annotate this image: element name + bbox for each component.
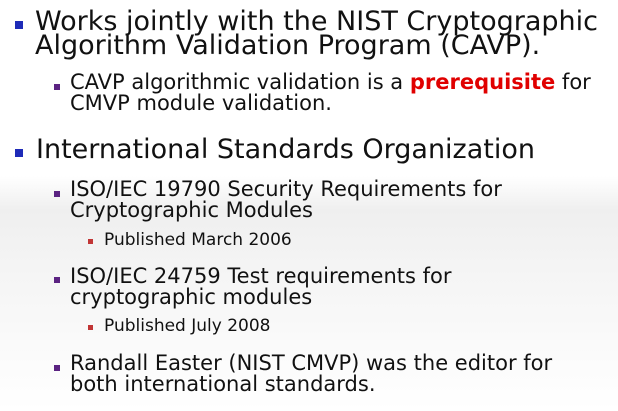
- bullet-square-icon: [54, 277, 60, 283]
- bullet-text-line: Cryptographic Modules: [70, 198, 313, 222]
- bullet-text: International Standards Organization: [36, 134, 535, 165]
- bullet-item-randall-easter: Randall Easter (NIST CMVP) was the edito…: [70, 353, 552, 395]
- bullet-square-icon: [88, 325, 93, 330]
- bullet-text-line: Algorithm Validation Program (CAVP).: [35, 30, 541, 61]
- bullet-item-iso: International Standards Organization: [36, 136, 535, 163]
- bullet-square-icon: [88, 239, 93, 244]
- bullet-item-published-2008: Published July 2008: [104, 317, 271, 335]
- bullet-text-line: cryptographic modules: [70, 285, 313, 309]
- bullet-item-published-2006: Published March 2006: [104, 231, 292, 249]
- bullet-text-line: CMVP module validation.: [70, 91, 332, 115]
- bullet-item-iso-24759: ISO/IEC 24759 Test requirements for cryp…: [70, 266, 452, 308]
- bullet-square-icon: [54, 191, 60, 197]
- bullet-text: for: [555, 70, 591, 94]
- bullet-text: Published March 2006: [104, 230, 292, 250]
- bullet-item-cavp-prerequisite: CAVP algorithmic validation is a prerequ…: [70, 72, 591, 114]
- bullet-square-icon: [54, 365, 60, 371]
- bullet-square-icon: [54, 84, 60, 90]
- emphasis-text: prerequisite: [409, 70, 556, 94]
- slide: { "slide": { "colors": { "level1_bullet"…: [0, 0, 618, 411]
- bullet-square-icon: [15, 149, 23, 157]
- bullet-text: Published July 2008: [104, 316, 271, 336]
- bullet-item-iso-19790: ISO/IEC 19790 Security Requirements for …: [70, 179, 502, 221]
- bullet-text-line: both international standards.: [70, 372, 376, 396]
- bullet-square-icon: [15, 21, 23, 29]
- bullet-item-nist-cavp: Works jointly with the NIST Cryptographi…: [35, 8, 598, 61]
